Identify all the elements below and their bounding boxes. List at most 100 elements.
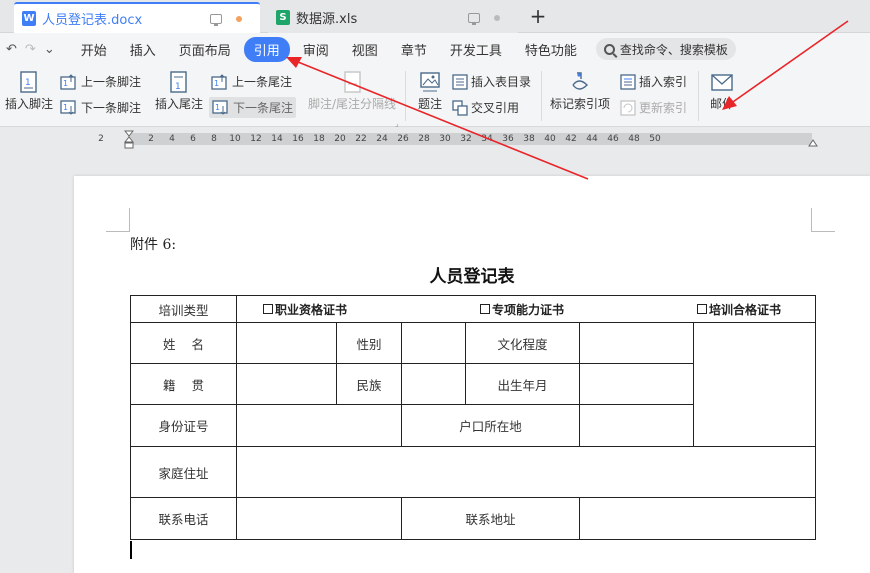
table-cell[interactable]: 籍 贯 — [130, 363, 237, 405]
svg-text:1: 1 — [63, 103, 68, 112]
table-cell[interactable]: 联系地址 — [401, 497, 580, 540]
photo-cell[interactable] — [693, 322, 816, 447]
menu-features[interactable]: 特色功能 — [515, 37, 587, 62]
table-cell[interactable] — [579, 497, 816, 540]
table-cell[interactable] — [579, 363, 694, 405]
undo-icon[interactable]: ↶ — [6, 42, 17, 57]
tab-datasource[interactable]: S 数据源.xls — [268, 2, 518, 33]
ruler-tick-label: 14 — [271, 134, 283, 144]
prev-footnote-icon: 1 — [60, 73, 76, 90]
menu-view[interactable]: 视图 — [342, 37, 388, 62]
registration-table: 培训类型 职业资格证书 专项能力证书 培训合格证书 姓 名 性别 文化程度 籍 … — [130, 295, 816, 540]
separator-line-button[interactable]: 脚注/尾注分隔线 — [304, 71, 400, 112]
footnote-icon: 1 — [20, 71, 37, 93]
cert-label: 培训合格证书 — [708, 302, 781, 317]
svg-text:1: 1 — [175, 82, 181, 92]
menu-insert[interactable]: 插入 — [120, 37, 166, 62]
new-tab-button[interactable]: + — [528, 4, 548, 28]
ruler-tick-label: 36 — [502, 134, 514, 144]
ruler-tick-label: 34 — [481, 134, 493, 144]
insert-footnote-button[interactable]: 1 插入脚注 — [4, 71, 54, 112]
table-cell[interactable] — [236, 363, 337, 405]
next-endnote-label: 下一条尾注 — [233, 101, 294, 115]
dialog-launcher-icon[interactable]: ⌟ — [395, 119, 399, 128]
cert-option[interactable]: 培训合格证书 — [696, 301, 781, 318]
cert-label: 职业资格证书 — [275, 302, 348, 317]
search-icon — [603, 43, 615, 55]
next-footnote-icon: 1 — [60, 99, 76, 115]
table-cell[interactable] — [401, 322, 466, 364]
separator-line-icon — [344, 71, 361, 93]
menu-references[interactable]: 引用 — [243, 36, 290, 62]
menu-developer[interactable]: 开发工具 — [440, 37, 512, 62]
table-cell[interactable]: 性别 — [336, 322, 402, 364]
quick-access-more-icon[interactable]: ⌄ — [44, 42, 55, 57]
sheet-doc-icon: S — [276, 10, 290, 25]
table-cell[interactable]: 培训类型 — [130, 295, 237, 323]
monitor-icon[interactable] — [468, 12, 480, 25]
insert-endnote-button[interactable]: 1 插入尾注 — [154, 71, 204, 112]
menu-bar: ↶ ↷ ⌄ 开始 插入 页面布局 引用 审阅 视图 章节 开发工具 特色功能 查… — [0, 33, 870, 65]
unsaved-dot-icon — [236, 15, 242, 22]
table-cell[interactable] — [579, 404, 694, 447]
menu-section[interactable]: 章节 — [391, 37, 437, 62]
caption-label: 题注 — [417, 97, 442, 111]
ruler-tick-label: 48 — [628, 134, 640, 144]
ribbon-separator — [405, 71, 406, 121]
table-cell[interactable] — [236, 404, 402, 447]
document-page[interactable]: 附件 6: 人员登记表 培训类型 职业资格证书 专项能力证书 培训合格证书 姓 … — [74, 176, 870, 573]
table-cell[interactable]: 姓 名 — [130, 322, 237, 364]
table-cell[interactable] — [401, 363, 466, 405]
table-cell[interactable] — [236, 497, 402, 540]
next-footnote-button[interactable]: 1 下一条脚注 — [60, 99, 141, 116]
mark-index-label: 标记索引项 — [549, 97, 610, 111]
table-row: 家庭住址 — [130, 446, 816, 498]
ruler-tick-label: 2 — [148, 134, 154, 144]
table-cell[interactable]: 民族 — [336, 363, 402, 405]
table-cell[interactable]: 联系电话 — [130, 497, 237, 540]
insert-toc-table-button[interactable]: 插入表目录 — [452, 73, 531, 90]
svg-text:1: 1 — [214, 79, 219, 88]
caption-image-icon — [420, 72, 440, 92]
ruler-tick-label: 10 — [229, 134, 241, 144]
table-row: 联系电话 联系地址 — [130, 497, 816, 540]
left-indent-marker-icon[interactable] — [124, 130, 134, 152]
caption-button[interactable]: 题注 — [414, 71, 446, 112]
menu-page-layout[interactable]: 页面布局 — [169, 37, 241, 62]
table-cell[interactable]: 出生年月 — [465, 363, 580, 405]
cross-reference-button[interactable]: 交叉引用 — [452, 99, 519, 116]
search-box[interactable]: 查找命令、搜索模板 — [595, 38, 736, 60]
menu-home[interactable]: 开始 — [71, 37, 117, 62]
margin-corner-mark — [811, 208, 835, 232]
insert-index-button[interactable]: 插入索引 — [620, 73, 687, 90]
right-indent-marker-icon[interactable] — [808, 138, 818, 148]
svg-text:1: 1 — [215, 103, 220, 112]
ruler-tick-label: 6 — [190, 134, 196, 144]
mark-index-button[interactable]: 标记索引项 — [548, 71, 612, 112]
mail-button[interactable]: 邮件 — [706, 71, 738, 112]
prev-footnote-button[interactable]: 1 上一条脚注 — [60, 73, 141, 90]
table-cell[interactable]: 身份证号 — [130, 404, 237, 447]
endnote-icon: 1 — [170, 71, 187, 93]
table-cell[interactable]: 文化程度 — [465, 322, 580, 364]
cert-option[interactable]: 职业资格证书 — [263, 301, 347, 318]
prev-footnote-label: 上一条脚注 — [81, 75, 142, 89]
table-cell[interactable] — [236, 446, 816, 498]
update-index-label: 更新索引 — [639, 101, 688, 115]
table-cell[interactable]: 户口所在地 — [401, 404, 580, 447]
table-cell[interactable]: 家庭住址 — [130, 446, 237, 498]
menu-review[interactable]: 审阅 — [293, 37, 339, 62]
ruler-tick-label: 50 — [649, 134, 661, 144]
redo-icon[interactable]: ↷ — [25, 42, 36, 57]
next-endnote-button[interactable]: 1 下一条尾注 — [209, 97, 297, 118]
tab-document[interactable]: W 人员登记表.docx — [14, 2, 260, 33]
table-cell[interactable] — [579, 322, 694, 364]
prev-endnote-button[interactable]: 1 上一条尾注 — [211, 73, 292, 90]
cert-option[interactable]: 专项能力证书 — [479, 301, 564, 318]
table-cell[interactable]: 职业资格证书 专项能力证书 培训合格证书 — [236, 295, 816, 323]
insert-index-icon — [620, 73, 636, 90]
monitor-icon[interactable] — [210, 13, 222, 26]
tab-title: 数据源.xls — [296, 12, 358, 27]
update-index-button[interactable]: 更新索引 — [620, 99, 687, 116]
table-cell[interactable] — [236, 322, 337, 364]
